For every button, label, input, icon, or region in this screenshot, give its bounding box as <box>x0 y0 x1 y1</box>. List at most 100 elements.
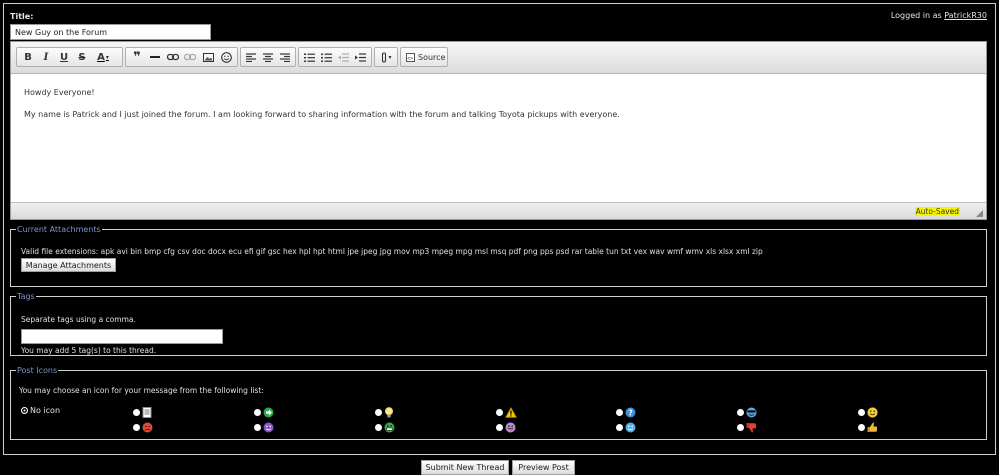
no-icon-radio[interactable] <box>21 407 28 414</box>
insert-group: ❞ <box>125 47 238 67</box>
source-button[interactable]: <> Source <box>403 52 448 62</box>
icon-radio[interactable] <box>254 409 261 416</box>
format-group: B I U S A ▾ <box>16 47 123 67</box>
smiley-icon <box>867 407 878 418</box>
tags-hint: Separate tags using a comma. <box>21 315 136 324</box>
lightbulb-icon <box>384 407 394 418</box>
horizontal-rule-icon <box>149 56 160 58</box>
align-right-button[interactable] <box>276 49 293 65</box>
post-icon-option[interactable] <box>254 407 274 418</box>
strikethrough-button[interactable]: S <box>73 49 91 65</box>
unlink-icon <box>184 53 197 61</box>
editor-toolbar: B I U S A ▾ ❞ ▾ <> Source <box>11 42 986 74</box>
svg-text:?: ? <box>628 409 633 418</box>
attach-group: ▾ <box>374 47 398 67</box>
source-icon: <> <box>406 52 415 62</box>
message-paragraph: My name is Patrick and I just joined the… <box>24 110 620 119</box>
icon-radio[interactable] <box>858 409 865 416</box>
svg-text:<>: <> <box>407 56 413 62</box>
blue-smiley-icon <box>625 422 636 433</box>
valid-extensions-text: Valid file extensions: apk avi bin bmp c… <box>21 247 763 256</box>
text-color-button[interactable]: A ▾ <box>91 49 115 65</box>
tags-input[interactable] <box>21 329 223 344</box>
post-icon-option[interactable] <box>616 422 636 433</box>
icon-radio[interactable] <box>737 409 744 416</box>
chevron-down-icon: ▾ <box>105 53 109 61</box>
bullet-list-icon <box>321 52 332 62</box>
post-icon-option[interactable] <box>858 407 878 418</box>
quote-button[interactable]: ❞ <box>128 49 146 65</box>
title-input[interactable] <box>10 24 211 40</box>
outdent-icon <box>338 52 349 62</box>
icon-radio[interactable] <box>375 424 382 431</box>
post-icon-option[interactable] <box>375 407 394 418</box>
post-icon-option[interactable] <box>737 422 757 433</box>
align-center-button[interactable] <box>260 49 277 65</box>
no-icon-label: No icon <box>30 406 61 415</box>
post-icon-option[interactable] <box>737 407 757 418</box>
smiley-button[interactable] <box>217 49 235 65</box>
post-icon-option[interactable] <box>858 422 878 433</box>
submit-new-thread-button[interactable]: Submit New Thread <box>421 460 509 475</box>
post-icon-option[interactable] <box>496 422 516 433</box>
icon-radio[interactable] <box>858 424 865 431</box>
align-left-button[interactable] <box>243 49 260 65</box>
image-button[interactable] <box>199 49 217 65</box>
underline-button[interactable]: U <box>55 49 73 65</box>
italic-button[interactable]: I <box>37 49 55 65</box>
image-icon <box>202 52 214 62</box>
green-arrow-icon <box>263 407 274 418</box>
cool-smiley-icon <box>746 407 757 418</box>
no-icon-option[interactable]: No icon <box>21 406 60 415</box>
tongue-icon <box>505 422 516 433</box>
attachments-legend: Current Attachments <box>17 225 101 234</box>
manage-attachments-button[interactable]: Manage Attachments <box>21 258 116 272</box>
username-link[interactable]: PatrickR30 <box>944 11 987 20</box>
icon-radio[interactable] <box>496 409 503 416</box>
align-left-icon <box>246 52 257 62</box>
purple-smiley-icon <box>263 422 274 433</box>
post-icon-option[interactable] <box>375 422 395 433</box>
post-icon-option[interactable] <box>254 422 274 433</box>
outdent-button[interactable] <box>335 49 352 65</box>
icon-radio[interactable] <box>254 424 261 431</box>
question-icon: ? <box>625 407 636 418</box>
icon-radio[interactable] <box>496 424 503 431</box>
icon-radio[interactable] <box>375 409 382 416</box>
post-icon-option[interactable]: ? <box>616 407 636 418</box>
post-icon-option[interactable] <box>133 422 153 433</box>
message-paragraph: Howdy Everyone! <box>24 88 95 97</box>
bold-button[interactable]: B <box>19 49 37 65</box>
attach-button[interactable]: ▾ <box>377 49 395 65</box>
source-group: <> Source <box>400 47 448 67</box>
post-icon-option[interactable] <box>133 407 152 418</box>
align-group <box>240 47 296 67</box>
auto-saved-badge: Auto-Saved <box>914 207 960 216</box>
numbered-list-button[interactable] <box>301 49 318 65</box>
preview-post-button[interactable]: Preview Post <box>512 460 575 475</box>
tags-section: Tags Separate tags using a comma. You ma… <box>10 292 987 356</box>
post-icon-option[interactable] <box>496 407 517 418</box>
icon-radio[interactable] <box>133 424 140 431</box>
message-editor: B I U S A ▾ ❞ ▾ <> Source Howdy Everyone… <box>10 41 987 220</box>
smiley-icon <box>220 51 232 63</box>
post-icons-legend: Post Icons <box>17 366 58 375</box>
link-icon <box>166 53 179 61</box>
icon-radio[interactable] <box>737 424 744 431</box>
icon-radio[interactable] <box>133 409 140 416</box>
resize-handle-icon[interactable] <box>976 210 983 217</box>
page-icon <box>142 407 152 418</box>
horizontal-rule-button[interactable] <box>146 49 164 65</box>
bullet-list-button[interactable] <box>318 49 335 65</box>
icon-radio[interactable] <box>616 424 623 431</box>
logged-in-info: Logged in as PatrickR30 <box>891 11 987 20</box>
icon-radio[interactable] <box>616 409 623 416</box>
post-icons-section: Post Icons You may choose an icon for yo… <box>10 366 987 440</box>
grin-icon <box>384 422 395 433</box>
unlink-button[interactable] <box>181 49 199 65</box>
indent-icon <box>355 52 366 62</box>
link-button[interactable] <box>164 49 182 65</box>
title-label: Title: <box>10 12 34 21</box>
indent-button[interactable] <box>352 49 369 65</box>
message-text-area[interactable]: Howdy Everyone! My name is Patrick and I… <box>11 75 986 202</box>
